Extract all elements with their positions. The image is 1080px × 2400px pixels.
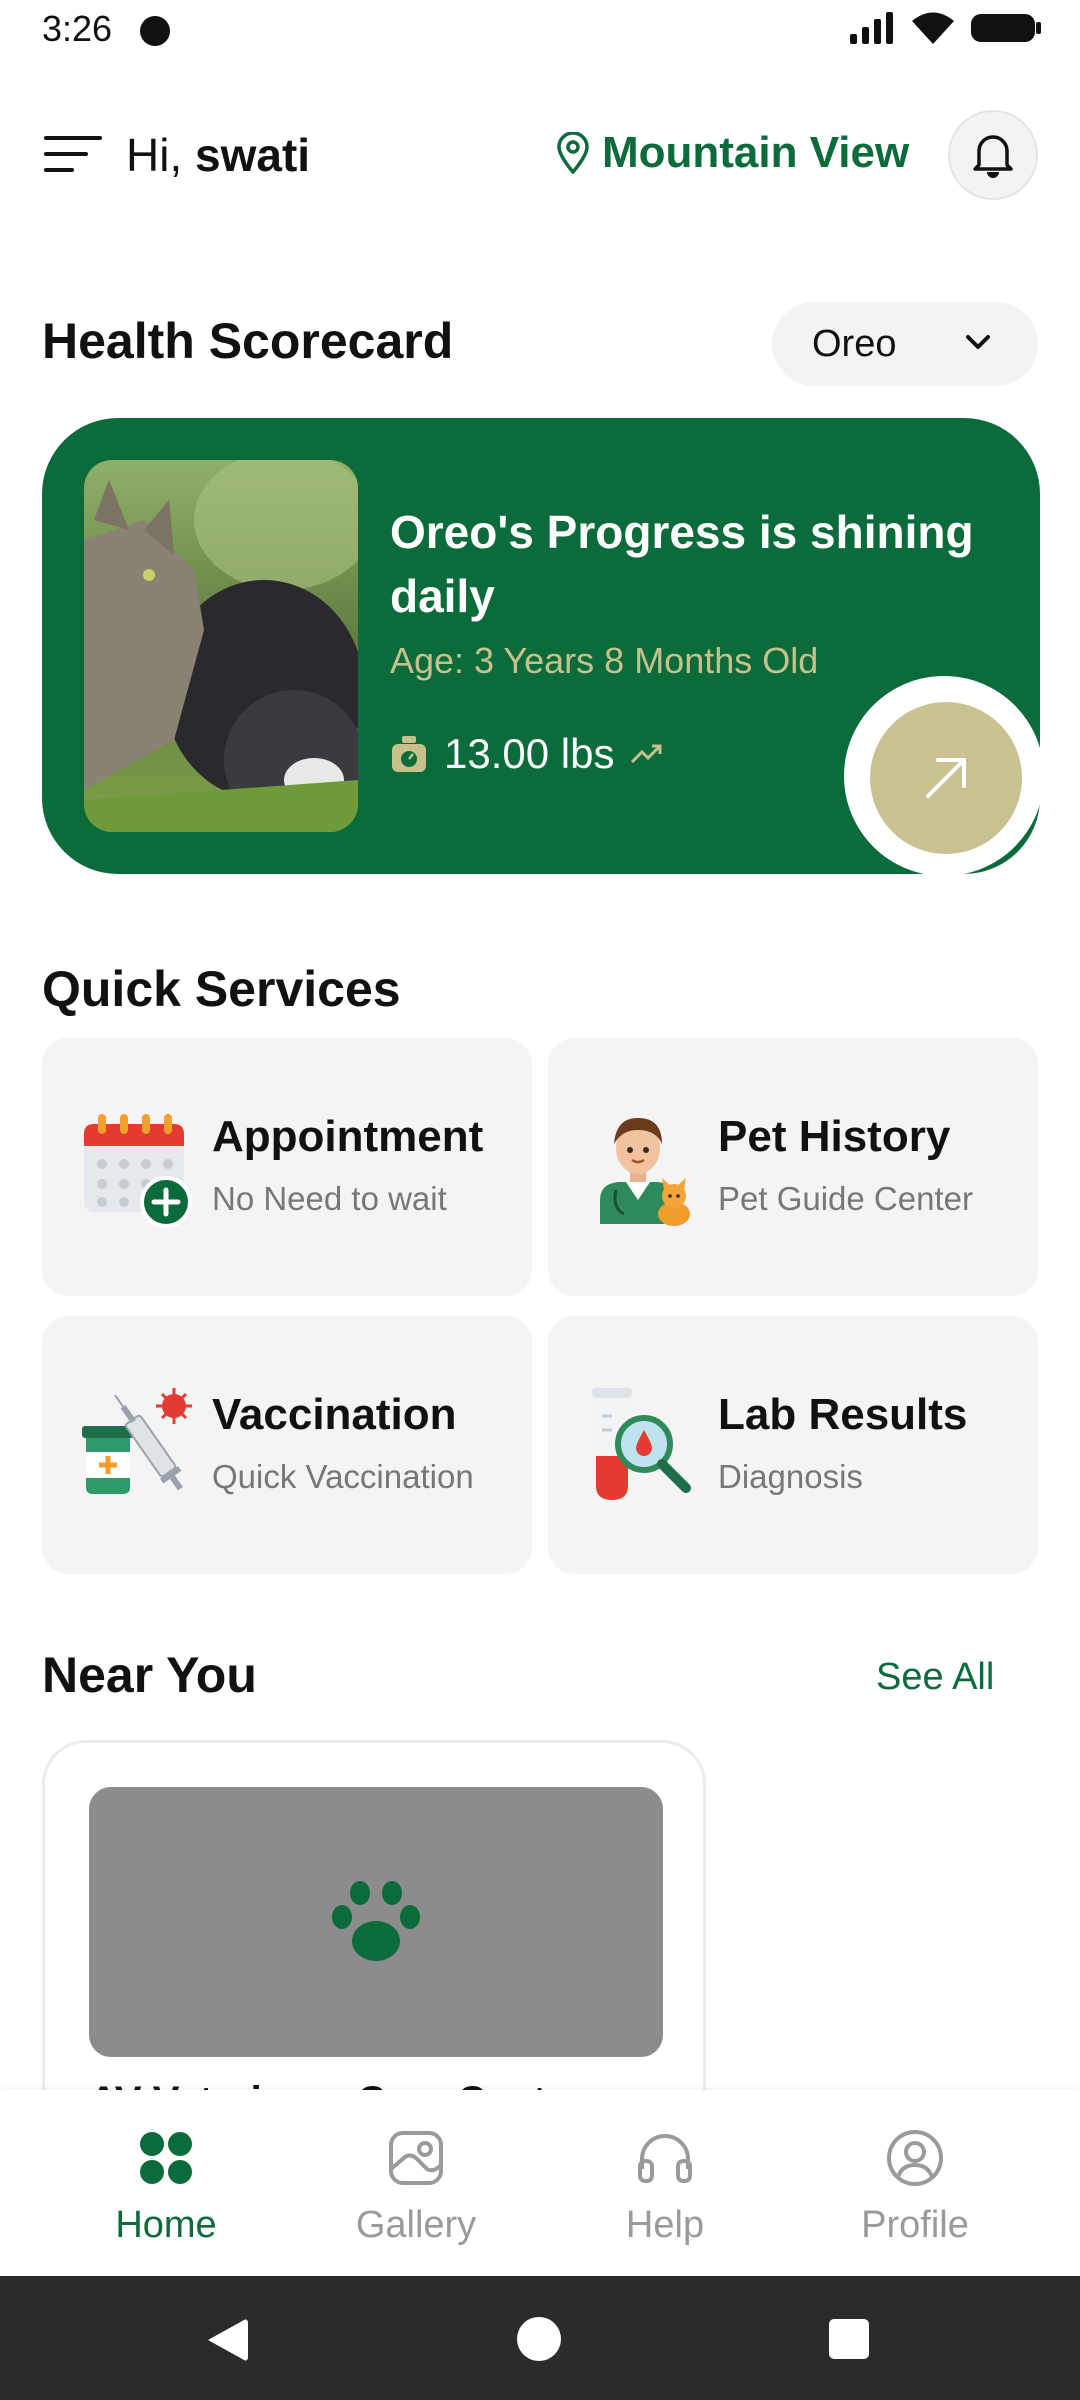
service-appointment[interactable]: Appointment No Need to wait xyxy=(42,1038,532,1296)
headphones-icon xyxy=(638,2134,692,2183)
home-circle-icon[interactable] xyxy=(516,2316,562,2362)
calendar-add-icon xyxy=(84,1114,192,1228)
nav-help[interactable]: Help xyxy=(540,2090,790,2276)
location-selector[interactable]: Mountain View xyxy=(556,128,909,178)
open-scorecard-button[interactable] xyxy=(870,702,1022,854)
nav-label: Gallery xyxy=(355,2204,477,2246)
greeting-prefix: Hi, xyxy=(126,129,183,181)
service-vaccination[interactable]: Vaccination Quick Vaccination xyxy=(42,1316,532,1574)
home-grid-icon xyxy=(140,2132,192,2184)
wifi-icon xyxy=(912,12,954,44)
notification-dot-icon xyxy=(140,16,170,46)
trending-up-icon xyxy=(631,744,662,764)
profile-icon xyxy=(887,2130,943,2186)
service-subtitle: Pet Guide Center xyxy=(718,1180,973,1217)
pet-selector-dropdown[interactable]: Oreo xyxy=(772,302,1038,386)
paw-icon xyxy=(332,1881,420,1961)
place-image-placeholder xyxy=(89,1787,663,2057)
pet-photo xyxy=(84,460,358,832)
service-title: Pet History xyxy=(718,1112,951,1161)
near-you-title: Near You xyxy=(42,1647,257,1703)
nearby-place-card[interactable]: AV Veterinary Care Center xyxy=(42,1740,706,2140)
app-header: Hi, swati Mountain View xyxy=(0,100,1080,210)
arrow-up-right-icon xyxy=(926,758,966,798)
lab-test-icon xyxy=(592,1388,691,1500)
greeting: Hi, swati xyxy=(126,128,310,182)
notifications-button[interactable] xyxy=(948,110,1038,200)
service-title: Lab Results xyxy=(718,1390,968,1439)
see-all-link[interactable]: See All xyxy=(876,1656,994,1699)
progress-headline: Oreo's Progress is shining daily xyxy=(390,506,974,622)
nav-home[interactable]: Home xyxy=(41,2090,291,2276)
nav-label: Home xyxy=(115,2204,217,2246)
user-name: swati xyxy=(195,129,311,181)
nav-label: Help xyxy=(625,2204,705,2246)
nav-gallery[interactable]: Gallery xyxy=(291,2090,541,2276)
menu-icon[interactable] xyxy=(44,134,102,174)
health-scorecard-title: Health Scorecard xyxy=(42,313,454,369)
service-subtitle: Diagnosis xyxy=(718,1458,863,1495)
location-name: Mountain View xyxy=(602,128,910,177)
recents-square-icon[interactable] xyxy=(828,2318,870,2360)
bottom-navigation: Home Gallery Help Profile xyxy=(0,2090,1080,2276)
service-title: Appointment xyxy=(212,1112,484,1161)
pet-age: Age: 3 Years 8 Months Old xyxy=(390,640,819,681)
gallery-icon xyxy=(389,2131,443,2185)
back-icon[interactable] xyxy=(204,2316,250,2364)
weight-scale-icon xyxy=(392,736,426,772)
vaccine-syringe-icon xyxy=(82,1388,192,1494)
service-pet-history[interactable]: Pet History Pet Guide Center xyxy=(548,1038,1038,1296)
signal-icon xyxy=(850,12,893,44)
service-subtitle: No Need to wait xyxy=(212,1180,447,1217)
bell-icon xyxy=(973,135,1013,178)
vet-with-cat-icon xyxy=(600,1118,690,1226)
nav-label: Profile xyxy=(861,2204,969,2246)
quick-services-title: Quick Services xyxy=(42,961,401,1017)
status-icons xyxy=(848,10,1042,46)
status-bar: 3:26 xyxy=(0,0,1080,62)
battery-icon xyxy=(971,14,1041,42)
chevron-down-icon xyxy=(966,335,990,349)
weight-value: 13.00 lbs xyxy=(444,730,615,777)
service-lab-results[interactable]: Lab Results Diagnosis xyxy=(548,1316,1038,1574)
pet-weight: 13.00 lbs xyxy=(390,730,664,778)
location-pin-icon xyxy=(557,132,589,174)
service-title: Vaccination xyxy=(212,1390,457,1439)
service-subtitle: Quick Vaccination xyxy=(212,1458,474,1495)
status-time: 3:26 xyxy=(42,8,113,49)
nav-profile[interactable]: Profile xyxy=(790,2090,1040,2276)
system-navigation-bar xyxy=(0,2276,1080,2400)
pet-selector-value: Oreo xyxy=(812,322,897,365)
